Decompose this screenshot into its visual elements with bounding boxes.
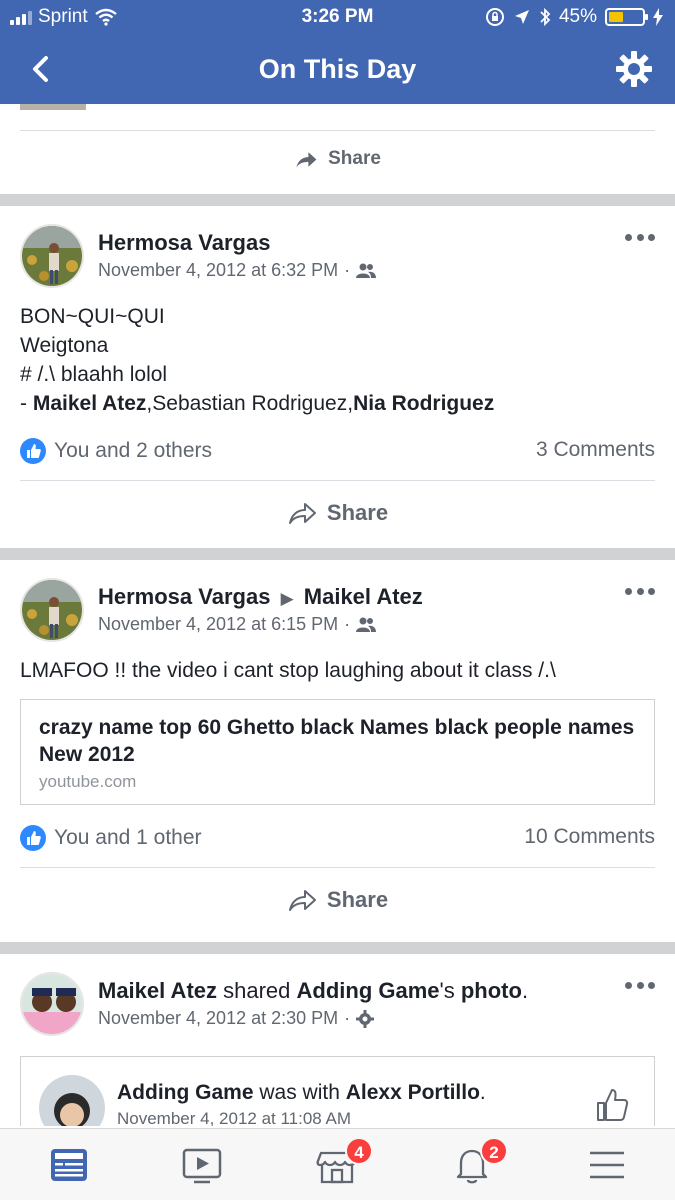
post-text-line: BON~QUI~QUI (20, 305, 165, 328)
arrow-right-icon: ▶ (280, 589, 294, 608)
gear-icon (356, 1009, 375, 1028)
separator (0, 194, 675, 206)
author-link[interactable]: Maikel Atez (98, 978, 217, 1003)
avatar[interactable] (20, 578, 84, 642)
friends-icon (356, 617, 377, 632)
share-icon (288, 890, 316, 911)
post-card: Hermosa Vargas November 4, 2012 at 6:32 … (0, 206, 675, 548)
with-person-link[interactable]: Alexx Portillo (346, 1081, 480, 1104)
share-icon (288, 503, 316, 524)
page-title: On This Day (258, 54, 417, 84)
avatar[interactable] (20, 972, 84, 1036)
post-timestamp[interactable]: November 4, 2012 at 2:30 PM (98, 1008, 338, 1029)
target-link[interactable]: Maikel Atez (304, 584, 423, 609)
notifications-badge: 2 (480, 1137, 508, 1165)
post-header: Hermosa Vargas November 4, 2012 at 6:32 … (0, 206, 675, 292)
share-button[interactable]: Share (0, 868, 675, 932)
marketplace-icon[interactable]: 4 (315, 1137, 373, 1187)
tag-line: - Maikel Atez,Sebastian Rodriguez,Nia Ro… (20, 392, 495, 415)
shared-avatar[interactable] (39, 1075, 105, 1126)
status-right: 45% (485, 6, 663, 28)
post-card: Hermosa Vargas ▶ Maikel Atez November 4,… (0, 560, 675, 942)
rotation-lock-icon (485, 8, 504, 26)
post-meta: November 4, 2012 at 6:15 PM · (98, 614, 377, 635)
separator (0, 942, 675, 954)
share-label: Share (326, 500, 389, 525)
battery-percent: 45% (558, 6, 597, 27)
news-feed-icon[interactable] (47, 1143, 91, 1187)
more-options-icon[interactable] (625, 234, 655, 244)
shared-author-link[interactable]: Adding Game (117, 1081, 254, 1104)
link-domain: youtube.com (39, 772, 137, 791)
nav-bar: On This Day (0, 44, 675, 96)
likes-summary[interactable]: You and 2 others (20, 438, 212, 464)
link-title: crazy name top 60 Ghetto black Names bla… (39, 716, 635, 766)
likes-text: You and 2 others (54, 439, 213, 462)
shared-post-header: Adding Game was with Alexx Portillo. (117, 1081, 486, 1104)
avatar[interactable] (20, 224, 84, 288)
video-icon[interactable] (180, 1143, 224, 1187)
like-page-icon[interactable] (594, 1087, 630, 1123)
post-text: BON~QUI~QUI Weigtona # /.\ blaahh lolol … (0, 302, 675, 418)
shared-timestamp[interactable]: November 4, 2012 at 11:08 AM (117, 1109, 351, 1126)
more-options-icon[interactable] (625, 588, 655, 598)
settings-gear-icon[interactable] (615, 50, 653, 88)
reactions-row: You and 1 other 10 Comments (0, 805, 675, 867)
more-options-icon[interactable] (625, 982, 655, 992)
share-label: Share (326, 887, 389, 912)
shared-post-box[interactable]: Adding Game was with Alexx Portillo. Nov… (20, 1056, 655, 1126)
share-icon (296, 151, 317, 167)
status-bar: Sprint 3:26 PM 45% (0, 0, 675, 36)
post-meta: November 4, 2012 at 6:32 PM · (98, 260, 377, 281)
tagged-person-link[interactable]: Nia Rodriguez (353, 392, 494, 415)
likes-summary[interactable]: You and 1 other (20, 825, 202, 851)
tagged-person-link[interactable]: Maikel Atez (33, 392, 147, 415)
friends-icon (356, 263, 377, 278)
comments-count[interactable]: 3 Comments (536, 438, 655, 462)
bottom-tab-bar: 4 2 (0, 1128, 675, 1200)
reactions-row: You and 2 others 3 Comments (0, 418, 675, 480)
notifications-icon[interactable]: 2 (450, 1137, 508, 1187)
bluetooth-icon (540, 7, 551, 27)
post-header: Maikel Atez shared Adding Game's photo. … (0, 954, 675, 1040)
share-label: Share (328, 148, 381, 169)
page-link[interactable]: Adding Game (297, 978, 440, 1003)
app-header: Sprint 3:26 PM 45% On This Day (0, 0, 675, 104)
likes-text: You and 1 other (54, 826, 202, 849)
link-preview[interactable]: crazy name top 60 Ghetto black Names bla… (20, 699, 655, 805)
author-link[interactable]: Hermosa Vargas (98, 584, 270, 609)
charging-icon (653, 8, 663, 26)
post-author: Hermosa Vargas ▶ Maikel Atez (98, 584, 423, 610)
news-feed[interactable]: Share Hermosa Vargas November 4, 2012 at… (0, 104, 675, 1128)
partial-post-card: Share (0, 104, 675, 194)
post-author[interactable]: Hermosa Vargas (98, 230, 270, 256)
photo-link[interactable]: photo (461, 978, 522, 1003)
partial-image-edge (20, 104, 86, 110)
share-button[interactable]: Share (0, 148, 675, 170)
post-timestamp[interactable]: November 4, 2012 at 6:32 PM (98, 260, 338, 281)
menu-icon[interactable] (585, 1143, 629, 1187)
post-text-line: # /.\ blaahh lolol (20, 363, 168, 386)
post-author: Maikel Atez shared Adding Game's photo. (98, 978, 529, 1003)
post-timestamp[interactable]: November 4, 2012 at 6:15 PM (98, 614, 338, 635)
like-icon (20, 438, 46, 464)
post-card: Maikel Atez shared Adding Game's photo. … (0, 954, 675, 1128)
comments-count[interactable]: 10 Comments (524, 825, 655, 849)
marketplace-badge: 4 (345, 1137, 373, 1165)
location-icon (514, 10, 529, 24)
battery-icon (605, 8, 648, 26)
post-header: Hermosa Vargas ▶ Maikel Atez November 4,… (0, 560, 675, 646)
post-meta: November 4, 2012 at 2:30 PM · (98, 1008, 375, 1029)
separator (0, 548, 675, 560)
post-text-line: Weigtona (20, 334, 109, 357)
like-icon (20, 825, 46, 851)
post-text: LMAFOO !! the video i cant stop laughing… (20, 659, 556, 682)
share-button[interactable]: Share (0, 481, 675, 545)
